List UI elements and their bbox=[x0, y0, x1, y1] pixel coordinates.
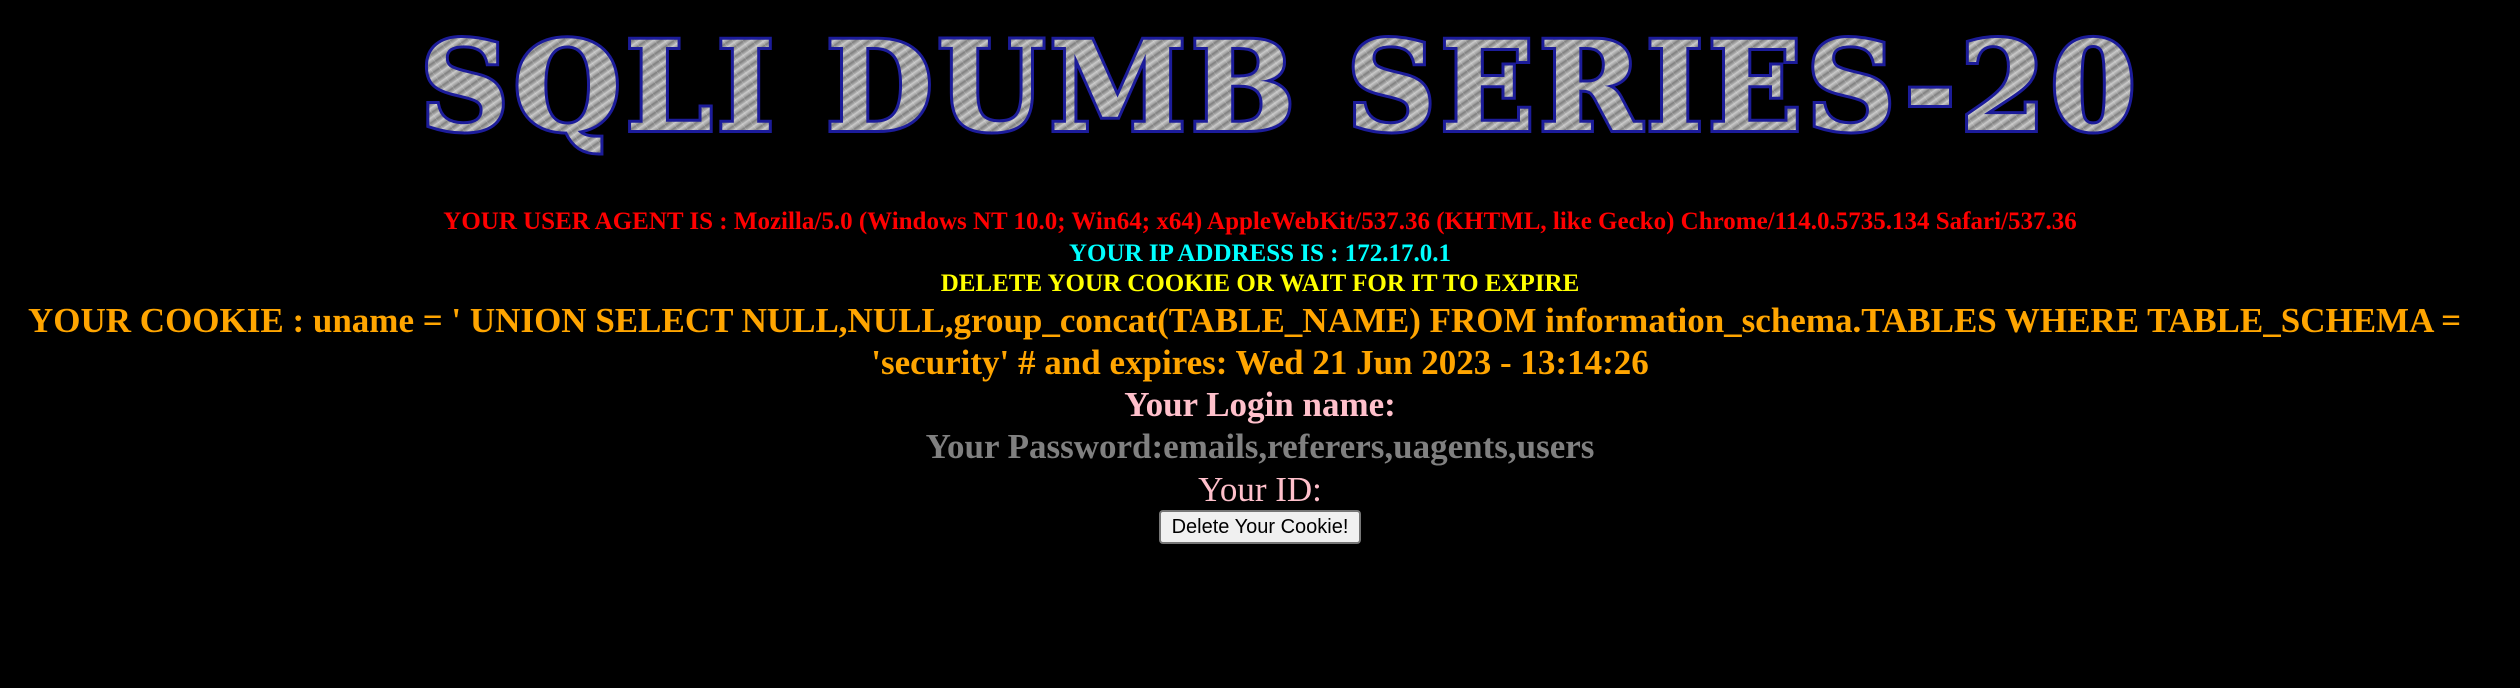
delete-cookie-button[interactable]: Delete Your Cookie! bbox=[1158, 510, 1362, 544]
delete-cookie-form: Delete Your Cookie! bbox=[0, 510, 2520, 544]
ip-address-text: YOUR IP ADDRESS IS : 172.17.0.1 bbox=[1068, 240, 1451, 267]
password-text: Your Password:emails,referers,uagents,us… bbox=[925, 427, 1595, 466]
cookie-text-line-2: 'security' # and expires: Wed 21 Jun 202… bbox=[871, 343, 1649, 382]
delete-cookie-notice: DELETE YOUR COOKIE OR WAIT FOR IT TO EXP… bbox=[940, 270, 1580, 297]
page: SQLI DUMB SERIES-20 YOUR USER AGENT IS :… bbox=[0, 0, 2520, 688]
user-agent-text: YOUR USER AGENT IS : Mozilla/5.0 (Window… bbox=[443, 208, 2077, 235]
user-id-text: Your ID: bbox=[1198, 470, 1322, 509]
title-banner-text: SQLI DUMB SERIES-20 bbox=[420, 15, 2141, 160]
cookie-text-line-1: YOUR COOKIE : uname = ' UNION SELECT NUL… bbox=[28, 301, 2462, 340]
title-banner: SQLI DUMB SERIES-20 bbox=[417, 12, 2141, 162]
login-name-text: Your Login name: bbox=[1124, 385, 1396, 424]
